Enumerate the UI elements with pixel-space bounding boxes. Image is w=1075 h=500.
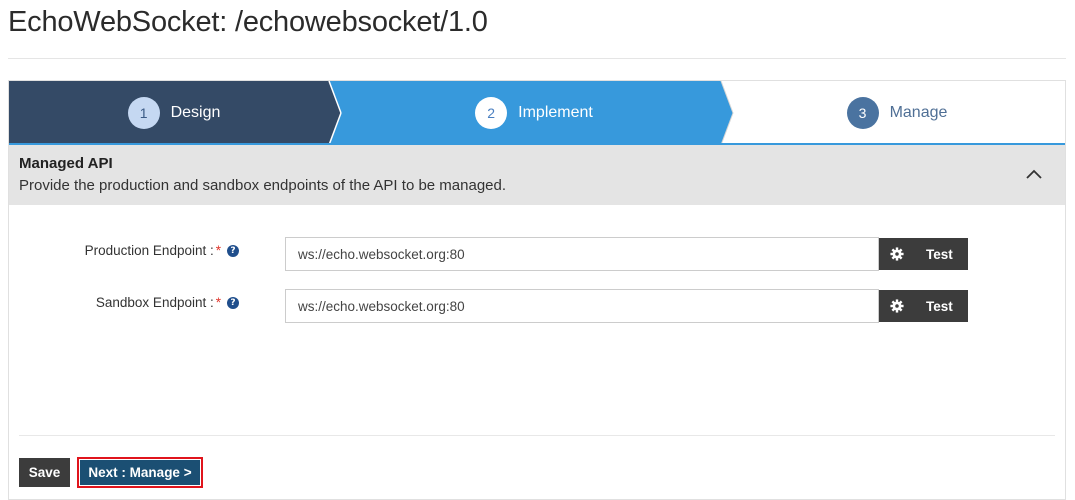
- section-title: Managed API: [19, 155, 113, 172]
- wizard-panel: 1 Design 2 Implement 3 Manage Managed AP…: [8, 80, 1066, 500]
- gear-icon: [890, 247, 904, 261]
- sandbox-endpoint-row: Sandbox Endpoint : * ? Test: [9, 289, 1065, 323]
- production-test-button[interactable]: Test: [879, 238, 968, 270]
- required-marker: *: [215, 243, 221, 258]
- section-description: Provide the production and sandbox endpo…: [19, 177, 507, 194]
- gear-icon: [890, 299, 904, 313]
- test-button-label: Test: [926, 246, 953, 262]
- step-design[interactable]: 1 Design: [9, 81, 339, 145]
- footer-divider: [19, 435, 1055, 436]
- label-text: Sandbox Endpoint :: [95, 295, 214, 310]
- step-implement[interactable]: 2 Implement: [339, 81, 729, 145]
- sandbox-test-button[interactable]: Test: [879, 290, 968, 322]
- required-marker: *: [215, 295, 221, 310]
- label-text: Production Endpoint :: [84, 243, 214, 258]
- step-manage[interactable]: 3 Manage: [729, 81, 1065, 145]
- sandbox-endpoint-input[interactable]: [285, 289, 879, 323]
- production-endpoint-row: Production Endpoint : * ? T: [9, 237, 1065, 271]
- sandbox-endpoint-label: Sandbox Endpoint : * ?: [96, 295, 239, 310]
- production-endpoint-label: Production Endpoint : * ?: [85, 243, 239, 258]
- next-manage-button[interactable]: Next : Manage >: [77, 457, 203, 488]
- step-number-badge: 2: [475, 97, 508, 129]
- step-number-badge: 3: [846, 97, 879, 129]
- managed-api-section-header[interactable]: Managed API Provide the production and s…: [9, 145, 1065, 205]
- test-button-label: Test: [926, 298, 953, 314]
- production-endpoint-input[interactable]: [285, 237, 879, 271]
- save-button[interactable]: Save: [19, 458, 70, 487]
- step-label: Implement: [518, 104, 593, 121]
- chevron-up-icon[interactable]: [1025, 167, 1043, 181]
- step-number-badge: 1: [127, 97, 160, 129]
- help-circle-icon[interactable]: ?: [227, 244, 239, 257]
- step-label: Design: [170, 104, 221, 121]
- wizard-steps: 1 Design 2 Implement 3 Manage: [9, 81, 1065, 145]
- help-circle-icon[interactable]: ?: [227, 296, 239, 309]
- page-title: EchoWebSocket: /echowebsocket/1.0: [8, 6, 488, 38]
- step-label: Manage: [889, 104, 948, 121]
- title-divider: [8, 58, 1066, 59]
